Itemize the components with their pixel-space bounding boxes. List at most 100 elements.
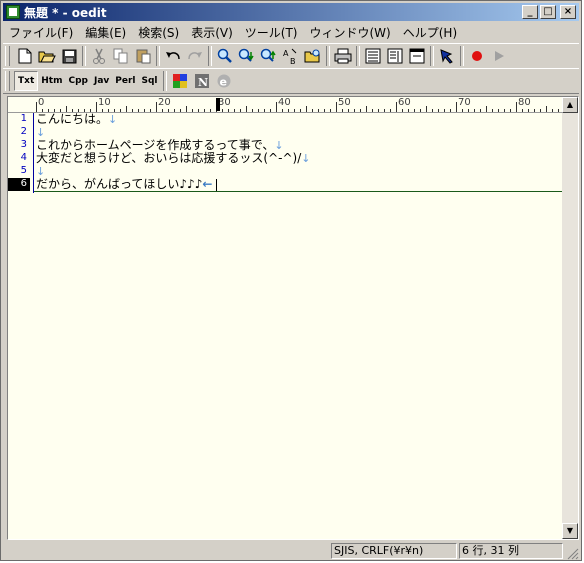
encoding-status: SJIS, CRLF(¥r¥n) [331,543,457,559]
cut-icon[interactable] [88,45,110,67]
current-line-number: 6 [8,178,30,191]
ruler-tick [408,109,409,112]
mode-jav[interactable]: Jav [91,72,112,90]
ruler-tick [480,109,481,112]
ruler-tick [108,109,109,112]
ruler-tick [396,102,397,112]
line-text: だから、がんばってほしい♪♪♪ [36,177,203,191]
copy-icon[interactable] [110,45,132,67]
mode-cpp[interactable]: Cpp [65,72,91,90]
undo-icon[interactable] [162,45,184,67]
ruler-tick [276,102,277,112]
find-prev-icon[interactable] [258,45,280,67]
ruler-tick [360,109,361,112]
scroll-down-button[interactable]: ▼ [562,523,578,539]
ruler-tick [474,109,475,112]
ruler-tick [468,109,469,112]
toolbar-separator [430,46,434,66]
close-button[interactable]: × [560,5,576,19]
netscape-icon[interactable]: N [191,70,213,92]
text-line[interactable]: 大変だと想うけど、おいらは応援するッス(^-^)/↓ [36,152,310,166]
view-window-icon[interactable] [406,45,428,67]
ruler-label: 50 [338,97,351,108]
internet-explorer-icon[interactable]: e [213,70,235,92]
text-caret [216,179,217,191]
app-icon[interactable] [6,5,20,19]
ruler-tick [462,109,463,112]
find-folder-icon[interactable] [302,45,324,67]
ruler-tick [486,106,487,112]
text-line-current[interactable]: だから、がんばってほしい♪♪♪← [36,178,212,191]
main-toolbar: AB [3,43,579,69]
menu-search[interactable]: 検索(S) [132,24,185,41]
resize-grip[interactable] [567,548,579,560]
maximize-button[interactable]: □ [540,5,556,19]
menu-edit[interactable]: 編集(E) [79,24,132,41]
ruler-tick [354,109,355,112]
editor-area[interactable]: 0 10 20 30 40 50 60 70 80 1 2 3 4 5 6 こんにちは。↓ ↓ … [7,96,579,540]
current-line-underline [34,191,564,192]
ruler-tick [306,106,307,112]
open-folder-icon[interactable] [36,45,58,67]
ruler-tick [294,109,295,112]
mode-sql[interactable]: Sql [139,72,161,90]
view-split-icon[interactable] [384,45,406,67]
ruler-tick [162,109,163,112]
ruler-tick [288,109,289,112]
ruler-tick [234,109,235,112]
text-line[interactable]: こんにちは。↓ [36,113,118,127]
ruler-tick [312,109,313,112]
toolbar-separator [82,46,86,66]
find-next-icon[interactable] [236,45,258,67]
redo-icon[interactable] [184,45,206,67]
menu-file[interactable]: ファイル(F) [3,24,79,41]
menu-window[interactable]: ウィンドウ(W) [304,24,397,41]
ruler-tick [522,109,523,112]
ruler-tick [414,109,415,112]
save-icon[interactable] [58,45,80,67]
menu-tools[interactable]: ツール(T) [239,24,304,41]
ruler-tick [114,109,115,112]
menu-view[interactable]: 表示(V) [185,24,239,41]
mode-perl[interactable]: Perl [112,72,138,90]
mode-htm[interactable]: Htm [38,72,65,90]
ruler-tick [504,109,505,112]
ruler-tick [558,109,559,112]
find-icon[interactable] [214,45,236,67]
line-text: これからホームページを作成するって事で、 [36,138,275,152]
vertical-scrollbar[interactable]: ▲ ▼ [562,97,578,539]
bookmark-icon[interactable] [436,45,458,67]
mode-txt[interactable]: Txt [14,71,39,91]
newline-mark: ↓ [108,113,118,126]
toolbar-separator [460,46,464,66]
title-buttons: _ □ × [522,5,576,19]
ruler-tick [228,109,229,112]
ruler-label: 10 [98,97,111,108]
new-file-icon[interactable] [14,45,36,67]
color-palette-icon[interactable] [169,70,191,92]
ruler-tick [36,102,37,112]
print-icon[interactable] [332,45,354,67]
replace-icon[interactable]: AB [280,45,302,67]
paste-icon[interactable] [132,45,154,67]
ruler-tick [492,109,493,112]
record-icon[interactable] [466,45,488,67]
line-number: 3 [20,139,27,150]
toolbar-grip[interactable] [5,46,10,66]
view-text-icon[interactable] [362,45,384,67]
toolbar-grip[interactable] [5,71,10,91]
line-number: 1 [20,113,27,124]
title-bar[interactable]: 無題 * - oedit _ □ × [3,3,579,21]
ruler-tick [384,109,385,112]
minimize-button[interactable]: _ [522,5,538,19]
play-icon[interactable] [488,45,510,67]
ruler-tick [270,109,271,112]
ruler-tick [336,102,337,112]
ruler-tick [444,109,445,112]
ruler-tick [240,109,241,112]
scroll-up-button[interactable]: ▲ [562,97,578,113]
menu-help[interactable]: ヘルプ(H) [397,24,463,41]
app-window: 無題 * - oedit _ □ × ファイル(F) 編集(E) 検索(S) 表… [0,0,582,561]
ruler-tick [540,109,541,112]
ruler-tick [198,109,199,112]
